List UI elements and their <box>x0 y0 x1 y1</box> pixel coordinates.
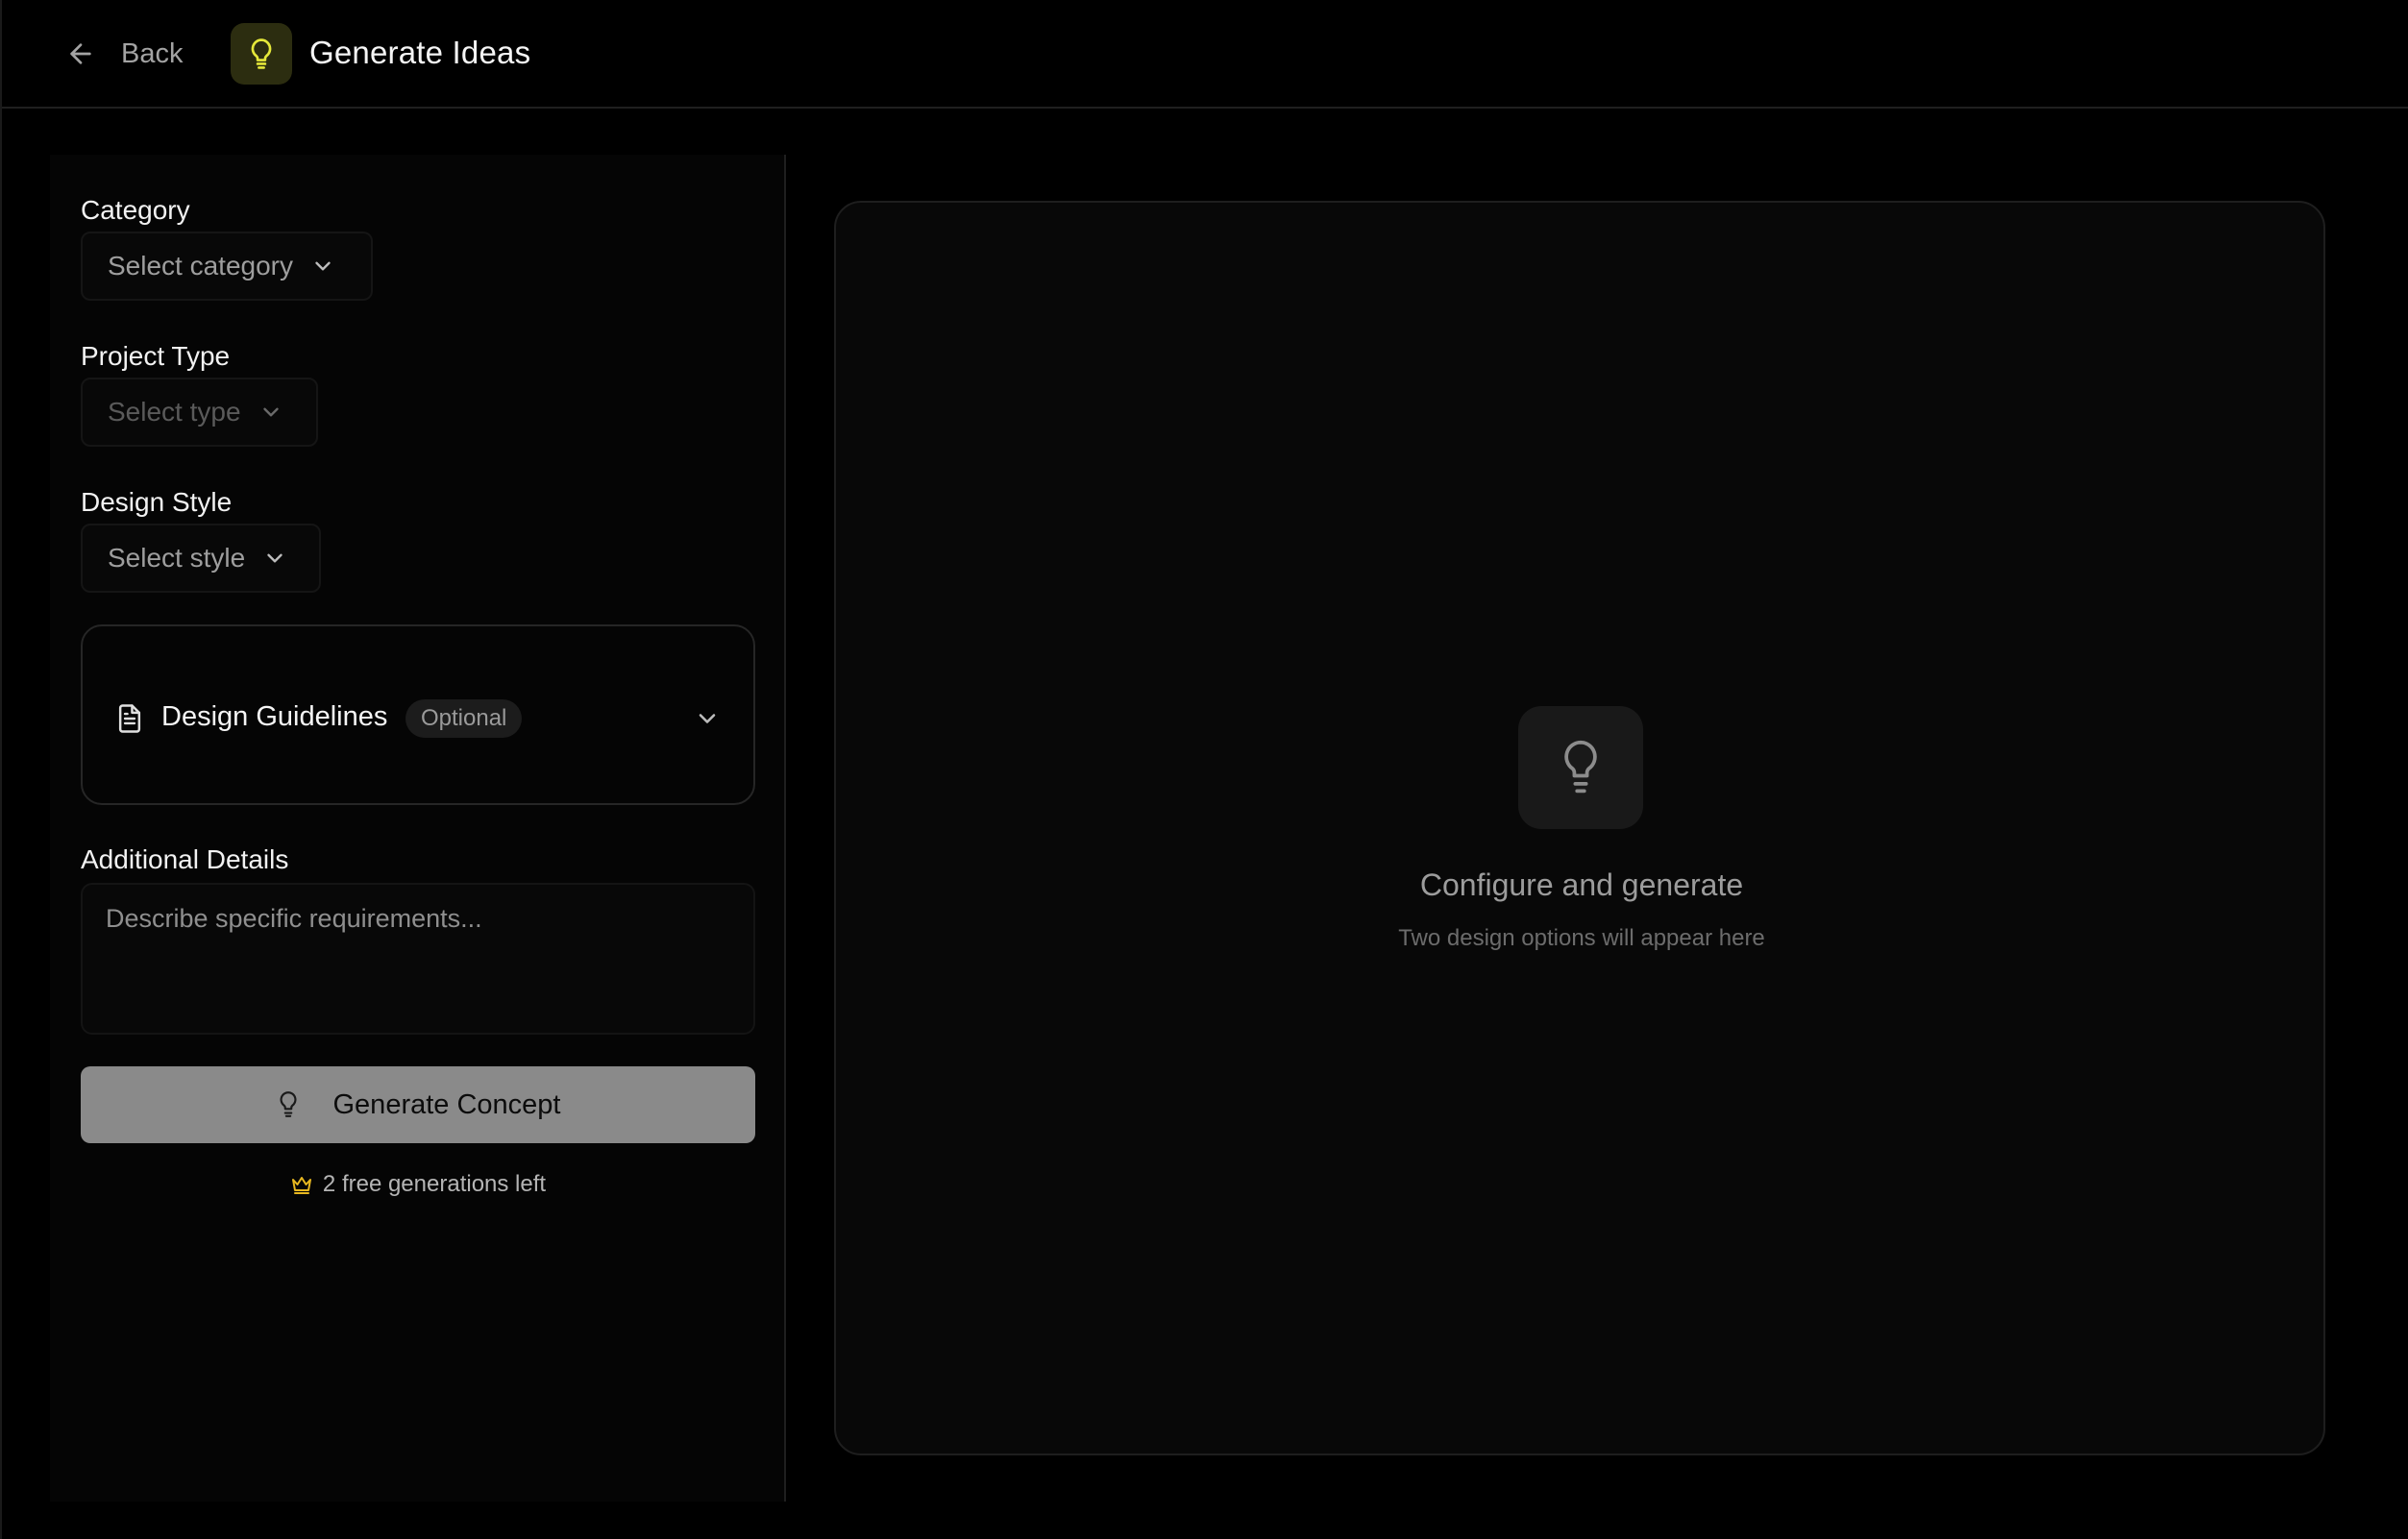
app-window: Back Generate Ideas Category Select cate… <box>0 0 2408 1539</box>
category-select-value: Select category <box>108 251 293 281</box>
lightbulb-icon <box>251 38 272 69</box>
project-type-label: Project Type <box>81 341 231 371</box>
back-label: Back <box>121 37 184 69</box>
project-type-select[interactable]: Select type <box>81 378 318 447</box>
category-label: Category <box>81 195 190 225</box>
chevron-down-icon <box>315 261 331 271</box>
empty-state-subtitle: Two design options will appear here <box>1398 925 1765 951</box>
guidelines-title: Design Guidelines <box>161 701 388 732</box>
design-style-select[interactable]: Select style <box>81 524 321 593</box>
lightbulb-icon <box>280 1091 296 1117</box>
design-guidelines-accordion[interactable]: Design Guidelines Optional <box>81 624 755 805</box>
chevron-down-icon <box>262 407 279 417</box>
preview-panel: Configure and generate Two design option… <box>834 201 2325 1455</box>
free-generations-text: 2 free generations left <box>322 1171 547 1197</box>
back-button[interactable]: Back <box>65 29 183 79</box>
page-title: Generate Ideas <box>309 35 531 70</box>
empty-state-title: Configure and generate <box>1419 867 1744 902</box>
free-generations-note: 2 free generations left <box>81 1171 755 1198</box>
chevron-down-icon <box>267 553 283 563</box>
document-icon <box>118 704 141 733</box>
lightbulb-icon <box>1564 740 1597 794</box>
top-bar: Back Generate Ideas <box>2 0 2408 109</box>
design-style-label: Design Style <box>81 487 233 517</box>
preview-placeholder-icon <box>1518 706 1643 829</box>
category-select[interactable]: Select category <box>81 232 373 301</box>
config-panel: Category Select category Project Type Se… <box>50 155 786 1502</box>
optional-badge: Optional <box>405 699 523 738</box>
generate-concept-label: Generate Concept <box>332 1088 561 1120</box>
project-type-select-value: Select type <box>108 397 241 427</box>
crown-icon <box>291 1177 311 1194</box>
generate-concept-button[interactable]: Generate Concept <box>81 1066 755 1143</box>
app-logo <box>231 23 292 85</box>
design-style-select-value: Select style <box>108 543 246 573</box>
arrow-left-icon <box>70 43 91 64</box>
additional-details-input[interactable] <box>81 883 755 1035</box>
chevron-down-icon <box>699 714 716 723</box>
additional-details-label: Additional Details <box>81 844 289 874</box>
